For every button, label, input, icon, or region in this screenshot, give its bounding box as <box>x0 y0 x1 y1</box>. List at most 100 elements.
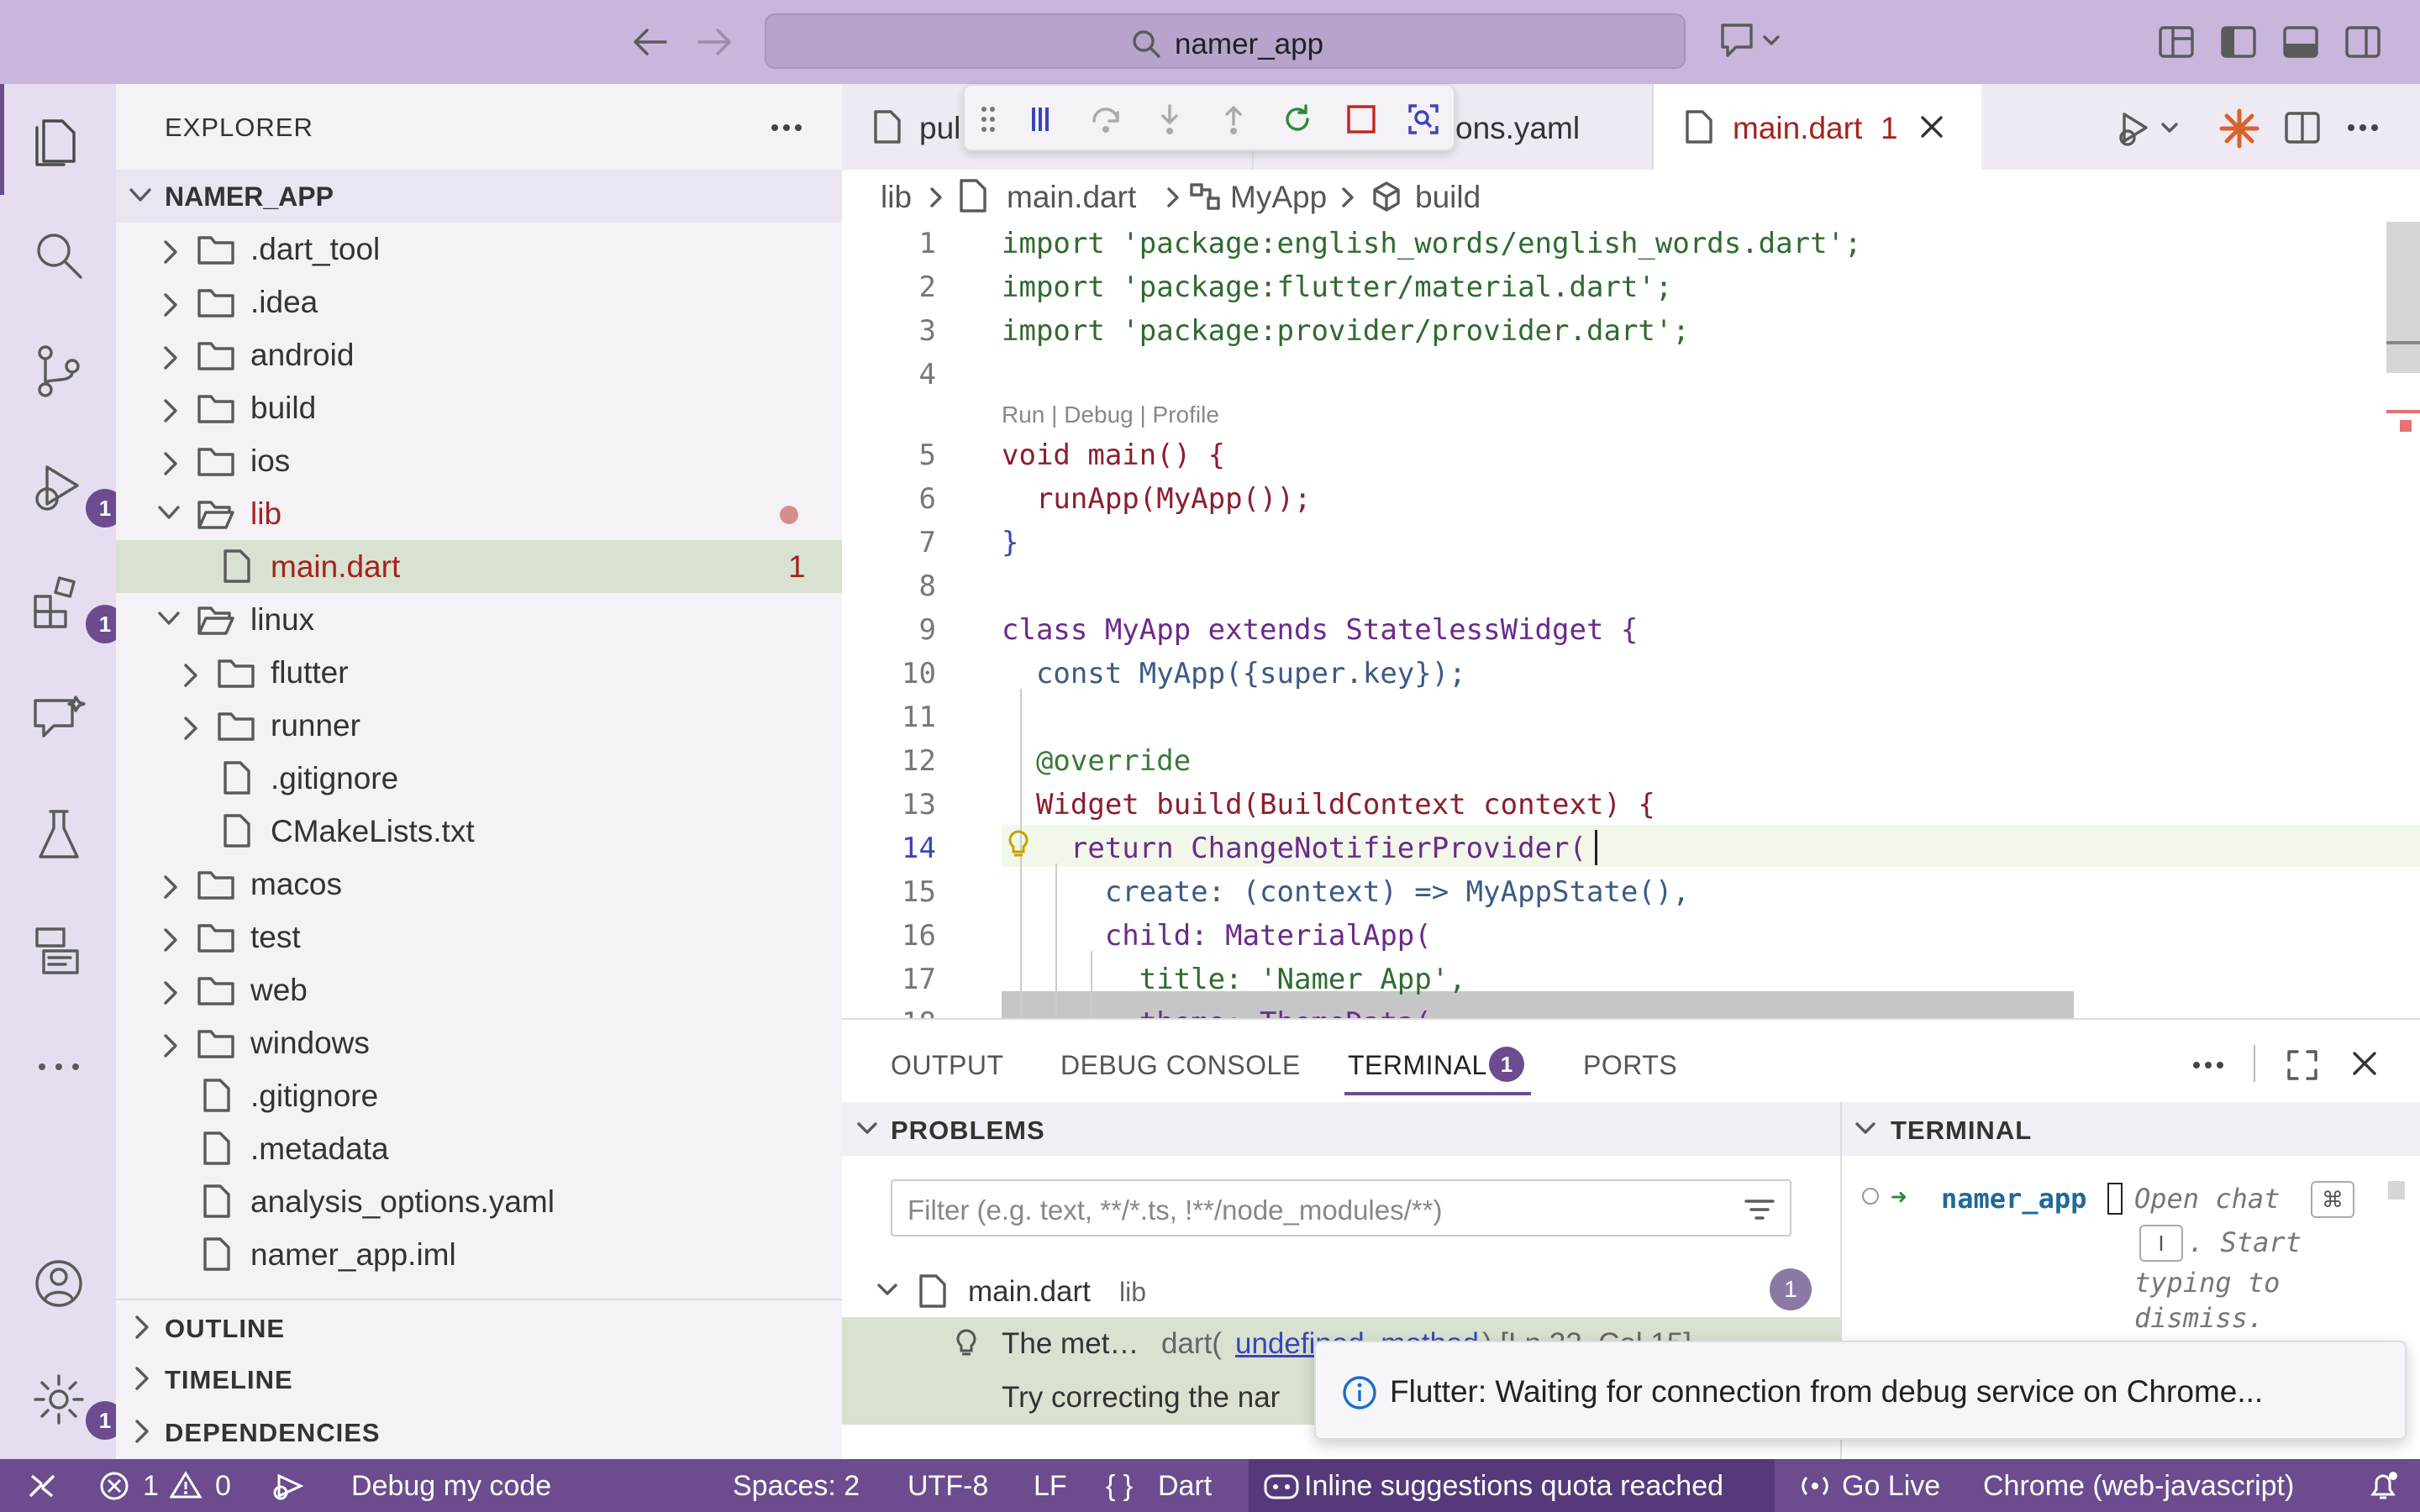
folder-build[interactable]: build <box>116 381 842 434</box>
status-bar: 1 0 Debug my code Spaces: 2 UTF-8 LF { }… <box>0 1459 2420 1512</box>
more-icon[interactable] <box>29 1037 89 1097</box>
file-linux-gitignore[interactable]: .gitignore <box>116 752 842 805</box>
breadcrumb-class[interactable]: MyApp <box>1230 180 1327 215</box>
maximize-panel-icon[interactable] <box>2286 1048 2319 1082</box>
step-into-icon[interactable] <box>1153 102 1186 136</box>
back-arrow-icon[interactable] <box>632 25 669 59</box>
terminal-header[interactable]: TERMINAL <box>1842 1102 2420 1156</box>
file-metadata[interactable]: .metadata <box>116 1122 842 1175</box>
restart-icon[interactable] <box>1281 102 1314 136</box>
filter-icon[interactable] <box>1743 1196 1776 1225</box>
file-analysis-options[interactable]: analysis_options.yaml <box>116 1175 842 1228</box>
customize-layout-icon[interactable] <box>2158 25 2195 59</box>
toggle-panel-icon[interactable] <box>2282 25 2319 59</box>
key-cmd: ⌘ <box>2311 1181 2354 1218</box>
panel-more-icon[interactable] <box>2191 1060 2225 1070</box>
debug-config[interactable]: Debug my code <box>351 1470 551 1503</box>
file-namer-app-iml[interactable]: namer_app.iml <box>116 1228 842 1281</box>
workspace-root[interactable]: NAMER_APP <box>116 170 842 223</box>
close-icon[interactable] <box>1919 114 1944 139</box>
inline-suggestions-status[interactable]: Inline suggestions quota reached <box>1249 1459 1775 1512</box>
explorer-more-icon[interactable] <box>770 119 803 136</box>
split-editor-icon[interactable] <box>2284 111 2321 144</box>
tab-main-dart[interactable]: main.dart 1 <box>1654 84 1981 170</box>
lightbulb-icon[interactable] <box>1005 828 1032 862</box>
command-center-search[interactable]: namer_app <box>765 13 1686 69</box>
language-braces-icon: { } <box>1106 1470 1134 1502</box>
toggle-sidebar-icon[interactable] <box>2220 25 2257 59</box>
line-number: 5 <box>918 438 936 472</box>
line-ending[interactable]: LF <box>1034 1470 1067 1503</box>
dependencies-section[interactable]: DEPENDENCIES <box>116 1404 842 1457</box>
encoding[interactable]: UTF-8 <box>908 1470 988 1503</box>
tab-terminal[interactable]: TERMINAL <box>1348 1050 1487 1081</box>
problems-status[interactable]: 1 0 <box>96 1459 264 1512</box>
source-control-icon[interactable] <box>29 341 89 402</box>
folder-idea[interactable]: .idea <box>116 276 842 328</box>
go-live[interactable]: Go Live <box>1842 1470 1940 1503</box>
line-number: 17 <box>902 963 936 996</box>
step-over-icon[interactable] <box>1089 102 1123 136</box>
folder-windows[interactable]: windows <box>116 1016 842 1069</box>
copilot-chat-icon[interactable] <box>1718 18 1785 64</box>
problem-file-row[interactable]: main.dart lib 1 <box>842 1263 1840 1317</box>
file-main-dart[interactable]: main.dart 1 <box>116 540 842 593</box>
breadcrumb-folder[interactable]: lib <box>881 180 912 215</box>
chat-icon[interactable] <box>29 689 89 749</box>
notifications-bell-icon[interactable] <box>2366 1469 2400 1503</box>
outline-section[interactable]: OUTLINE <box>116 1299 842 1352</box>
search-icon[interactable] <box>29 225 89 286</box>
folder-icon <box>197 236 234 265</box>
accounts-icon[interactable] <box>29 1253 89 1314</box>
breadcrumb-method[interactable]: build <box>1415 180 1481 215</box>
editor-more-icon[interactable] <box>2346 119 2380 136</box>
code-line: theme: ThemeData( <box>1002 1006 1432 1018</box>
remote-icon[interactable] <box>25 1471 59 1501</box>
stop-icon[interactable] <box>1344 102 1378 136</box>
tab-output[interactable]: OUTPUT <box>891 1050 1004 1081</box>
explorer-icon[interactable] <box>29 109 89 170</box>
toggle-secondary-sidebar-icon[interactable] <box>2344 25 2381 59</box>
breadcrumb-file[interactable]: main.dart <box>1007 180 1136 215</box>
tab-label: main.dart <box>1733 111 1863 145</box>
vertical-scrollbar[interactable] <box>2386 222 2420 373</box>
folder-web[interactable]: web <box>116 963 842 1016</box>
run-debug-dropdown-icon[interactable] <box>2118 108 2188 150</box>
file-cmakelists[interactable]: CMakeLists.txt <box>116 805 842 858</box>
run-debug-icon[interactable]: 1 <box>29 457 124 528</box>
folder-lib[interactable]: lib <box>116 487 842 540</box>
problems-header[interactable]: PROBLEMS <box>842 1102 1840 1156</box>
timeline-section[interactable]: TIMELINE <box>116 1352 842 1404</box>
chevron-right-icon <box>164 928 177 952</box>
folder-runner[interactable]: runner <box>116 699 842 752</box>
tab-debug-console[interactable]: DEBUG CONSOLE <box>1060 1050 1301 1081</box>
folder-ios[interactable]: ios <box>116 434 842 487</box>
language-mode[interactable]: Dart <box>1158 1470 1212 1503</box>
code-editor[interactable]: 1 2 3 4 5 6 7 8 9 10 11 12 13 14 15 16 1… <box>842 222 2420 1018</box>
folder-macos[interactable]: macos <box>116 858 842 911</box>
folder-flutter[interactable]: flutter <box>116 646 842 699</box>
inspect-widget-icon[interactable] <box>1407 102 1440 136</box>
drag-handle-icon[interactable] <box>980 104 997 134</box>
indentation[interactable]: Spaces: 2 <box>733 1470 860 1503</box>
flutter-outline-icon[interactable] <box>29 921 89 981</box>
manage-gear-icon[interactable]: 1 <box>29 1369 124 1440</box>
terminal-scrollbar[interactable] <box>2388 1181 2405 1200</box>
folder-dart-tool[interactable]: .dart_tool <box>116 223 842 276</box>
step-out-icon[interactable] <box>1217 102 1250 136</box>
folder-test[interactable]: test <box>116 911 842 963</box>
problems-filter-input[interactable]: Filter (e.g. text, **/*.ts, !**/node_mod… <box>891 1179 1791 1236</box>
file-gitignore[interactable]: .gitignore <box>116 1069 842 1122</box>
folder-linux[interactable]: linux <box>116 593 842 646</box>
notification-toast[interactable]: Flutter: Waiting for connection from deb… <box>1314 1341 2407 1440</box>
pause-icon[interactable] <box>1025 102 1059 136</box>
claude-sparkle-icon[interactable] <box>2218 108 2260 150</box>
tab-ports[interactable]: PORTS <box>1583 1050 1677 1081</box>
extensions-icon[interactable]: 1 <box>29 573 124 643</box>
close-panel-icon[interactable] <box>2351 1050 2378 1077</box>
forward-arrow-icon[interactable] <box>696 25 733 59</box>
codelens-run-debug-profile[interactable]: Run | Debug | Profile <box>1002 402 1219 428</box>
device-selector[interactable]: Chrome (web-javascript) <box>1983 1470 2294 1503</box>
testing-flask-icon[interactable] <box>29 805 89 865</box>
folder-android[interactable]: android <box>116 328 842 381</box>
